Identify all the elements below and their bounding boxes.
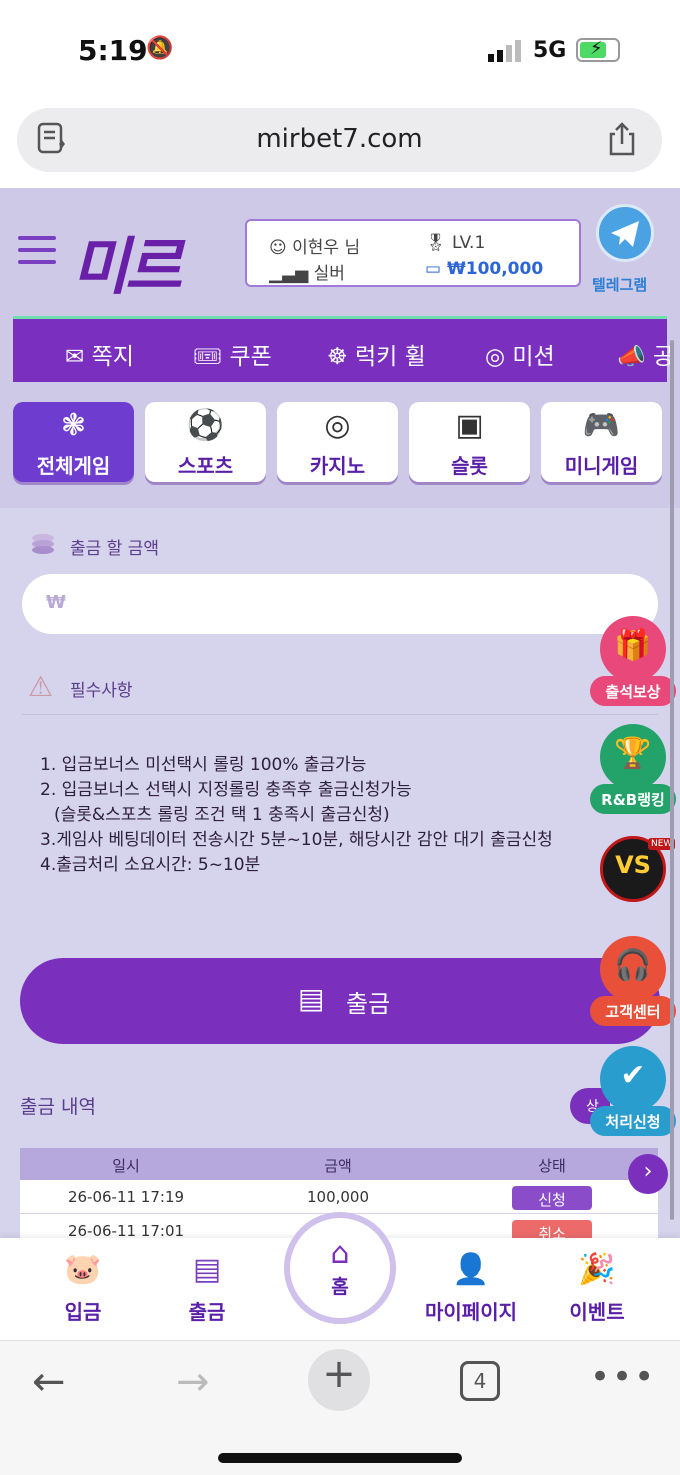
history-title: 출금 내역 — [20, 1096, 96, 1118]
user-balance: ▭ ₩100,000 — [425, 259, 544, 279]
menu-icon[interactable] — [18, 236, 56, 266]
scrollbar[interactable] — [670, 340, 674, 1220]
party-popper-icon: 🎉 — [578, 1252, 616, 1287]
table-header: 일시 금액 상태 — [20, 1148, 658, 1180]
silent-bell-icon: 🔕 — [146, 36, 174, 61]
site-logo[interactable]: 미르 — [72, 216, 182, 306]
telegram-icon[interactable] — [596, 204, 654, 262]
rule-item: 4.출금처리 소요시간: 5~10분 — [40, 855, 261, 875]
nav-home[interactable]: ⌂ 홈 — [284, 1212, 396, 1324]
status-badge: 취소 — [512, 1220, 592, 1238]
clock: 5:19 — [78, 34, 148, 67]
roulette-icon: ◎ — [324, 408, 351, 443]
battery-icon: ⚡ — [576, 38, 620, 62]
nav-withdraw[interactable]: ▤ 출금 — [152, 1252, 262, 1325]
table-row[interactable]: 26-06-11 17:19 100,000 신청 — [20, 1180, 658, 1214]
more-icon[interactable]: ••• — [590, 1357, 656, 1397]
nav-event[interactable]: 🎉 이벤트 — [542, 1252, 652, 1325]
menu-item-mission[interactable]: ◎ 미션 — [485, 337, 555, 371]
user-name: ☺ 이현우 님 — [269, 238, 361, 258]
column-date: 일시 — [112, 1157, 140, 1175]
column-status: 상태 — [538, 1157, 566, 1175]
category-all-games[interactable]: ❃ 전체게임 — [13, 402, 134, 482]
status-badge: 신청 — [512, 1186, 592, 1210]
currency-prefix: ₩ — [46, 592, 66, 613]
user-info-box[interactable]: ☺ 이현우 님 ▁▃▅ 실버 🎖 LV.1 ▭ ₩100,000 — [245, 219, 581, 287]
soccer-player-icon: ⚽ — [186, 408, 225, 443]
user-grade: ▁▃▅ 실버 — [269, 264, 345, 284]
headset-icon: 🎧 — [600, 936, 666, 1002]
url-text[interactable]: mirbet7.com — [17, 124, 662, 154]
user-icon: 👤 — [452, 1252, 490, 1287]
signal-icon — [488, 40, 521, 62]
rule-item: 2. 입금보너스 선택시 지정롤링 충족후 출금신청가능 — [40, 780, 412, 800]
new-tab-button[interactable]: + — [308, 1349, 370, 1411]
category-sports[interactable]: ⚽ 스포츠 — [145, 402, 266, 482]
piggy-bank-icon: 🐷 — [64, 1252, 102, 1287]
menu-item-coupon[interactable]: 🎟 쿠폰 — [193, 337, 272, 371]
rule-item: (슬롯&스포츠 롤링 조건 택 1 충족시 출금신청) — [54, 805, 390, 825]
back-arrow-icon[interactable]: ← — [32, 1359, 66, 1405]
chevron-right-icon[interactable]: › — [628, 1154, 668, 1194]
menu-item-message[interactable]: ✉ 쪽지 — [65, 337, 134, 371]
coins-icon — [32, 534, 54, 554]
slot-machine-icon: ▣ — [455, 408, 484, 443]
category-minigame[interactable]: 🎮 미니게임 — [541, 402, 662, 482]
home-indicator — [218, 1453, 462, 1463]
required-label: 필수사항 — [70, 681, 133, 701]
amount-input[interactable] — [22, 574, 658, 634]
share-icon[interactable] — [605, 120, 639, 158]
gamepad-icon: 🎮 — [582, 408, 621, 443]
nav-mypage[interactable]: 👤 마이페이지 — [416, 1252, 526, 1325]
atm-icon: ▤ — [298, 982, 325, 1015]
browser-toolbar: ← → + 4 ••• — [0, 1340, 680, 1475]
address-bar[interactable]: mirbet7.com — [17, 108, 662, 172]
status-bar: 5:19 🔕 5G ⚡ — [0, 0, 680, 100]
telegram-label[interactable]: 텔레그램 — [592, 274, 647, 295]
warning-icon: ⚠ — [28, 670, 54, 703]
gift-calendar-icon: 🎁 — [600, 616, 666, 682]
atm-icon: ▤ — [192, 1252, 222, 1287]
network-type: 5G — [533, 38, 567, 63]
rule-item: 3.게임사 베팅데이터 전송시간 5분~10분, 해당시간 감안 대기 출금신청 — [40, 830, 553, 850]
menu-item-notice[interactable]: 📣 공 — [617, 337, 674, 371]
top-menu-bar: ✉ 쪽지 🎟 쿠폰 ☸ 럭키 휠 ◎ 미션 📣 공 — [13, 316, 674, 382]
category-slot[interactable]: ▣ 슬롯 — [409, 402, 530, 482]
check-hand-icon: ✔ — [600, 1046, 666, 1112]
category-casino[interactable]: ◎ 카지노 — [277, 402, 398, 482]
home-icon: ⌂ — [330, 1236, 350, 1271]
user-level: 🎖 LV.1 — [425, 233, 486, 253]
rule-item: 1. 입금보너스 미선택시 롤링 100% 출금가능 — [40, 755, 367, 775]
forward-arrow-icon[interactable]: → — [176, 1359, 210, 1405]
amount-label: 출금 할 금액 — [70, 539, 160, 559]
divider — [22, 714, 658, 715]
site-viewport: 미르 ☺ 이현우 님 ▁▃▅ 실버 🎖 LV.1 ▭ ₩100,000 텔레그램… — [0, 188, 680, 1238]
tab-switcher-button[interactable]: 4 — [460, 1361, 500, 1401]
withdraw-panel: 출금 할 금액 ₩ ⚠ 필수사항 1. 입금보너스 미선택시 롤링 100% 출… — [0, 508, 680, 1238]
crest-icon: ❃ — [60, 408, 87, 443]
withdraw-button[interactable]: ▤ 출금 — [20, 958, 660, 1044]
trophy-icon: 🏆 — [600, 724, 666, 790]
nav-deposit[interactable]: 🐷 입금 — [28, 1252, 138, 1325]
menu-item-lucky-wheel[interactable]: ☸ 럭키 휠 — [327, 337, 426, 371]
column-amount: 금액 — [324, 1157, 352, 1175]
